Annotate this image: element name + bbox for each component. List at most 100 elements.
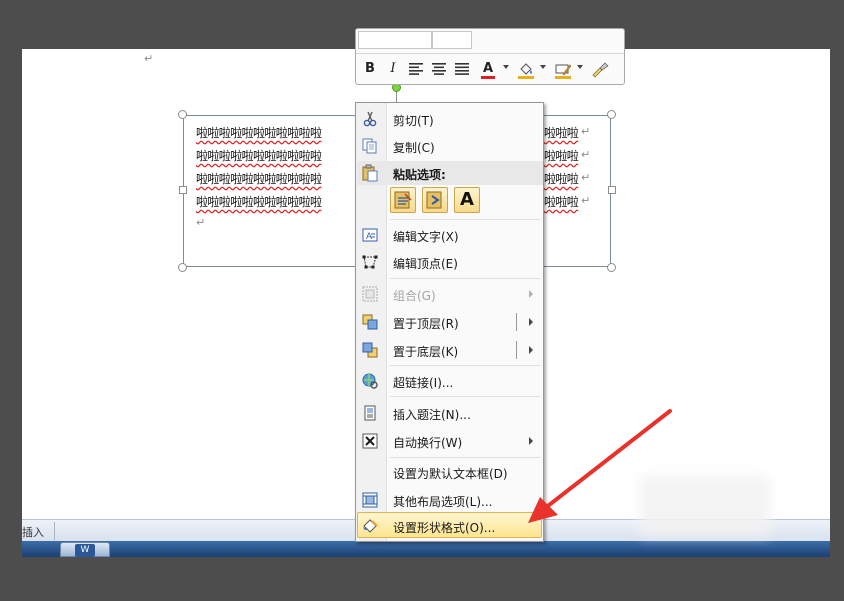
shape-fill-button[interactable]	[516, 59, 536, 79]
submenu-arrow-icon[interactable]	[529, 346, 533, 354]
bring-front-icon	[362, 314, 378, 330]
blurred-watermark	[640, 476, 770, 536]
menu-separator	[390, 219, 540, 220]
resize-handle-bottom-right[interactable]	[607, 263, 616, 272]
resize-handle-top-right[interactable]	[607, 110, 616, 119]
paragraph-mark: ↵	[196, 216, 206, 229]
text-box-line-right: 啦啦啦	[544, 149, 579, 163]
paste-merge-formatting-button[interactable]	[422, 187, 448, 213]
word-app-icon: W	[75, 544, 95, 557]
caption-icon	[364, 405, 376, 421]
edit-text-icon: A	[362, 228, 378, 242]
paste-keep-formatting-icon	[394, 191, 412, 209]
menu-item-label: 插入题注(N)...	[393, 408, 471, 422]
submenu-arrow-icon[interactable]	[529, 318, 533, 326]
status-separator	[54, 522, 55, 540]
menu-item-label: 组合(G)	[393, 289, 436, 303]
copy-icon	[362, 138, 377, 154]
font-color-button[interactable]: A	[478, 59, 498, 79]
text-box-line-right: 啦啦啦	[544, 126, 579, 140]
shape-fill-dropdown-arrow[interactable]	[540, 65, 546, 69]
submenu-arrow-icon	[529, 290, 533, 298]
text-box-line: 啦啦啦啦啦啦啦啦啦啦啦	[196, 126, 322, 140]
taskbar-word-button[interactable]: W	[60, 542, 110, 557]
align-center-icon	[432, 63, 446, 75]
text-box-line-right: 啦啦啦	[544, 195, 579, 209]
paste-merge-icon	[426, 191, 442, 209]
text-box-line: 啦啦啦啦啦啦啦啦啦啦啦	[196, 149, 322, 163]
paragraph-mark: ↵	[581, 148, 591, 161]
resize-handle-right[interactable]	[608, 186, 616, 194]
menu-item-label: 置于顶层(R)	[393, 317, 459, 331]
split-separator	[516, 313, 517, 331]
align-left-button[interactable]	[406, 59, 426, 79]
justify-button[interactable]	[452, 59, 472, 79]
text-box-line: 啦啦啦啦啦啦啦啦啦啦啦	[196, 195, 322, 209]
justify-icon	[455, 63, 469, 75]
menu-item-label: 置于底层(K)	[393, 345, 459, 359]
menu-item-hyperlink[interactable]: 超链接(I)...	[356, 368, 543, 394]
menu-item-label: 超链接(I)...	[393, 376, 454, 390]
menu-item-bring-to-front[interactable]: 置于顶层(R)	[356, 309, 543, 335]
paragraph-mark: ↵	[581, 171, 591, 184]
shape-outline-dropdown-arrow[interactable]	[577, 65, 583, 69]
paste-options-label: 粘贴选项:	[393, 168, 446, 182]
resize-handle-left[interactable]	[179, 186, 187, 194]
menu-item-group[interactable]: 组合(G)	[356, 281, 543, 307]
align-center-button[interactable]	[429, 59, 449, 79]
menu-item-label: 编辑顶点(E)	[393, 257, 458, 271]
font-color-swatch	[481, 76, 495, 79]
menu-separator	[390, 396, 540, 397]
menu-item-label: 复制(C)	[393, 141, 435, 155]
paragraph-mark: ↵	[581, 194, 591, 207]
menu-item-label: 自动换行(W)	[393, 436, 463, 450]
keep-text-only-icon: A	[460, 189, 474, 210]
font-color-dropdown-arrow[interactable]	[503, 65, 509, 69]
insert-mode-label[interactable]: 插入	[22, 524, 44, 540]
menu-separator	[390, 365, 540, 366]
paragraph-mark: ↵	[144, 52, 154, 65]
align-left-icon	[409, 63, 423, 75]
menu-item-send-to-back[interactable]: 置于底层(K)	[356, 337, 543, 363]
menu-item-copy[interactable]: 复制(C)	[356, 133, 543, 159]
outline-color-swatch	[555, 76, 571, 79]
split-separator	[516, 341, 517, 359]
menu-item-edit-points[interactable]: 编辑顶点(E)	[356, 249, 543, 275]
svg-text:A: A	[366, 231, 372, 241]
text-box-line: 啦啦啦啦啦啦啦啦啦啦啦	[196, 172, 322, 186]
menu-item-cut[interactable]: 剪切(T)	[356, 106, 543, 132]
layout-options-icon	[362, 492, 378, 508]
taskbar: W	[22, 541, 830, 557]
menu-item-edit-text[interactable]: A 编辑文字(X)	[356, 222, 543, 248]
paste-keep-text-only-button[interactable]: A	[454, 187, 480, 213]
menu-item-label: 编辑文字(X)	[393, 230, 459, 244]
menu-separator	[390, 278, 540, 279]
paste-keep-source-formatting-button[interactable]	[390, 187, 416, 213]
paste-options-header: 粘贴选项:	[357, 161, 543, 185]
shape-outline-button[interactable]	[553, 59, 573, 79]
edit-points-icon	[362, 255, 378, 269]
mini-toolbar: B I A	[355, 28, 625, 85]
wrap-text-icon	[362, 433, 378, 449]
font-color-letter: A	[482, 61, 494, 76]
hyperlink-icon	[362, 373, 378, 389]
menu-item-label: 设置为默认文本框(D)	[393, 467, 508, 481]
menu-item-label: 设置形状格式(O)...	[393, 521, 496, 535]
format-painter-button[interactable]	[590, 59, 610, 79]
menu-item-label: 剪切(T)	[393, 114, 434, 128]
mini-toolbar-top-row	[356, 29, 624, 54]
resize-handle-bottom-left[interactable]	[178, 263, 187, 272]
text-box-line-right: 啦啦啦	[544, 172, 579, 186]
send-back-icon	[362, 342, 378, 358]
menu-item-label: 其他布局选项(L)...	[393, 495, 493, 509]
font-name-field[interactable]	[358, 31, 432, 49]
bold-button[interactable]: B	[360, 59, 380, 79]
font-size-field[interactable]	[432, 31, 472, 49]
group-icon	[362, 286, 378, 302]
italic-button[interactable]: I	[383, 59, 403, 79]
scissors-icon	[363, 111, 377, 127]
paragraph-mark: ↵	[581, 125, 591, 138]
format-painter-icon	[592, 62, 609, 78]
format-shape-icon	[363, 519, 378, 533]
resize-handle-top-left[interactable]	[178, 110, 187, 119]
